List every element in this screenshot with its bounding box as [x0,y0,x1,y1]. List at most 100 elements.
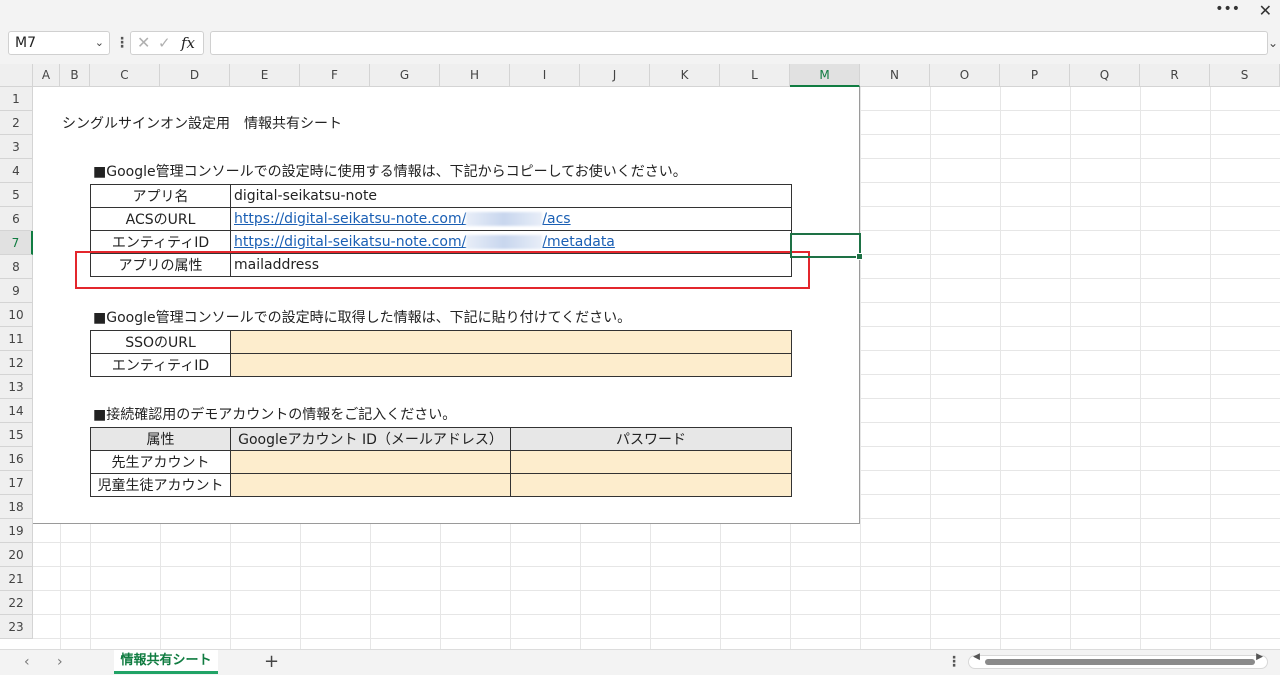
row-header[interactable]: 12 [0,351,33,375]
chevron-right-icon[interactable]: › [57,650,63,674]
column-header[interactable]: E [230,64,300,87]
demo-account-table: 属性 Googleアカウント ID（メールアドレス） パスワード 先生アカウント… [90,427,792,497]
row-header[interactable]: 5 [0,183,33,207]
sso-url-input-cell[interactable] [230,330,792,354]
confirm-icon[interactable]: ✓ [158,32,171,54]
formula-buttons: ✕ ✓ fx [130,31,204,55]
insert-function-icon[interactable]: fx [181,32,195,54]
name-box-value[interactable]: M7 [15,32,36,54]
row-header[interactable]: 14 [0,399,33,423]
label-cell[interactable]: ACSのURL [90,207,231,231]
column-header[interactable]: O [930,64,1000,87]
row-header[interactable]: 10 [0,303,33,327]
column-header[interactable]: R [1140,64,1210,87]
row-header-selected[interactable]: 7 [0,231,33,255]
vertical-dots-icon[interactable]: ⋮ [947,650,961,674]
row-header[interactable]: 20 [0,543,33,567]
table-row: ACSのURL https://digital-seikatsu-note.co… [90,207,792,231]
column-header[interactable]: N [860,64,930,87]
row-header[interactable]: 3 [0,135,33,159]
row-header[interactable]: 9 [0,279,33,303]
table-row: アプリ名 digital-seikatsu-note [90,184,792,208]
window-title-bar: ••• ✕ [0,0,1280,23]
student-account-input-cell[interactable] [230,473,511,497]
acs-url-value[interactable]: https://digital-seikatsu-note.com/ /acs [230,207,792,231]
scroll-left-icon[interactable]: ◀ [973,652,980,662]
column-heading-attribute[interactable]: 属性 [90,427,231,451]
close-icon[interactable]: ✕ [1259,0,1272,22]
column-header[interactable]: S [1210,64,1280,87]
name-box[interactable]: M7 ⌄ [8,31,110,55]
vertical-dots-icon[interactable]: ⋮ [115,31,129,55]
row-header[interactable]: 4 [0,159,33,183]
chevron-left-icon[interactable]: ‹ [24,650,30,674]
column-header[interactable]: G [370,64,440,87]
acs-url-link-suffix[interactable]: /acs [542,211,570,227]
teacher-account-input-cell[interactable] [230,450,511,474]
column-header[interactable]: B [60,64,90,87]
row-header[interactable]: 23 [0,615,33,639]
chevron-down-icon[interactable]: ⌄ [95,32,104,54]
app-name-value[interactable]: digital-seikatsu-note [230,184,792,208]
label-cell[interactable]: エンティティID [90,353,231,377]
teacher-password-input-cell[interactable] [510,450,792,474]
sheet-tab-bar: ‹ › 情報共有シート + ⋮ ◀ ▶ [0,649,1280,675]
highlight-box [75,251,810,289]
section-heading-copy-info: ■Google管理コンソールでの設定時に使用する情報は、下記からコピーしてお使い… [93,164,687,180]
column-heading-account[interactable]: Googleアカウント ID（メールアドレス） [230,427,511,451]
label-cell[interactable]: 児童生徒アカウント [90,473,231,497]
entity-id-link-prefix[interactable]: https://digital-seikatsu-note.com/ [234,234,466,250]
label-cell[interactable]: 先生アカウント [90,450,231,474]
column-header[interactable]: P [1000,64,1070,87]
column-header[interactable]: D [160,64,230,87]
add-sheet-icon[interactable]: + [264,650,279,674]
label-cell[interactable]: アプリ名 [90,184,231,208]
obtained-info-table: SSOのURL エンティティID [90,330,792,377]
row-header[interactable]: 19 [0,519,33,543]
more-options-icon[interactable]: ••• [1215,0,1240,22]
column-header[interactable]: F [300,64,370,87]
active-cell-selection[interactable] [790,233,863,260]
entity-id-link-suffix[interactable]: /metadata [542,234,615,250]
column-header[interactable]: C [90,64,160,87]
scrollbar-thumb[interactable] [985,659,1255,665]
column-heading-password[interactable]: パスワード [510,427,792,451]
column-header[interactable]: A [33,64,60,87]
table-row: エンティティID [90,353,792,377]
column-header[interactable]: J [580,64,650,87]
column-header[interactable]: L [720,64,790,87]
row-header[interactable]: 1 [0,87,33,111]
scroll-right-icon[interactable]: ▶ [1256,652,1263,662]
row-header[interactable]: 11 [0,327,33,351]
row-header[interactable]: 16 [0,447,33,471]
row-header[interactable]: 22 [0,591,33,615]
section-heading-paste-info: ■Google管理コンソールでの設定時に取得した情報は、下記に貼り付けてください… [93,310,632,326]
horizontal-scrollbar[interactable]: ◀ ▶ [968,652,1268,669]
student-password-input-cell[interactable] [510,473,792,497]
row-header[interactable]: 15 [0,423,33,447]
acs-url-link-prefix[interactable]: https://digital-seikatsu-note.com/ [234,211,466,227]
row-header[interactable]: 13 [0,375,33,399]
row-header[interactable]: 2 [0,111,33,135]
sheet-tab-active[interactable]: 情報共有シート [114,650,218,674]
row-header[interactable]: 17 [0,471,33,495]
entity-id-input-cell[interactable] [230,353,792,377]
formula-input[interactable] [210,31,1268,55]
label-cell[interactable]: SSOのURL [90,330,231,354]
row-header[interactable]: 6 [0,207,33,231]
expand-formula-icon[interactable]: ⌄ [1268,31,1278,55]
redacted-segment [466,235,543,249]
row-header[interactable]: 8 [0,255,33,279]
column-header[interactable]: K [650,64,720,87]
column-header[interactable]: I [510,64,580,87]
column-header-selected[interactable]: M [790,64,860,87]
cancel-icon[interactable]: ✕ [137,32,150,54]
column-header[interactable]: H [440,64,510,87]
table-header-row: 属性 Googleアカウント ID（メールアドレス） パスワード [90,427,792,451]
select-all-corner[interactable] [0,64,33,87]
row-header[interactable]: 21 [0,567,33,591]
row-header[interactable]: 18 [0,495,33,519]
redacted-segment [466,212,543,226]
column-header[interactable]: Q [1070,64,1140,87]
table-row: SSOのURL [90,330,792,354]
